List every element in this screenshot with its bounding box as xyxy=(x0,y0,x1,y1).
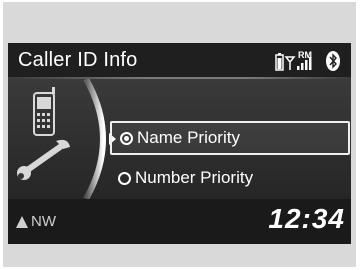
option-number-priority[interactable]: Number Priority xyxy=(110,161,350,195)
clock: 12:34 xyxy=(268,203,345,234)
display-screen: Caller ID Info RM Name Priority Number P… xyxy=(8,43,351,244)
compass: NW xyxy=(16,213,56,230)
radio-unselected-icon xyxy=(118,171,131,185)
compass-heading: NW xyxy=(31,213,56,230)
page-title: Caller ID Info xyxy=(18,49,138,71)
radio-selected-icon xyxy=(120,131,133,145)
option-label: Name Priority xyxy=(137,128,240,147)
option-label: Number Priority xyxy=(135,168,254,187)
status-icons: RM xyxy=(275,50,340,71)
settings-panel: Name Priority Number Priority xyxy=(8,79,351,199)
bluetooth-icon xyxy=(326,51,340,71)
mobile-phone-icon xyxy=(33,87,55,136)
roaming-label: RM xyxy=(298,50,312,60)
header-bar: Caller ID Info RM xyxy=(8,43,351,77)
wrench-icon xyxy=(17,139,70,180)
phone-settings-icon xyxy=(17,79,106,199)
phone-battery-icon xyxy=(275,53,284,71)
status-footer: NW 12:34 xyxy=(8,199,351,244)
option-name-priority[interactable]: Name Priority xyxy=(110,121,350,155)
compass-arrow-icon xyxy=(16,215,28,228)
